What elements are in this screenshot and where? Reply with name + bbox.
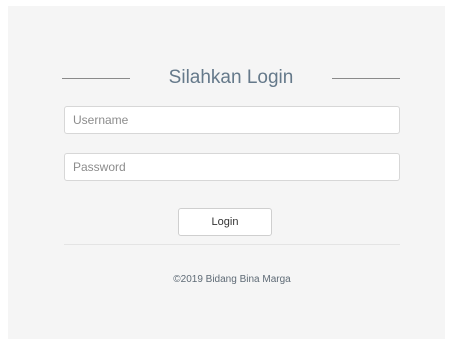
login-title-row: Silahkan Login — [62, 64, 400, 92]
title-divider-right — [332, 78, 400, 79]
login-button[interactable]: Login — [178, 208, 272, 236]
username-input[interactable] — [64, 106, 400, 134]
footer-divider — [64, 244, 400, 245]
copyright-footer: ©2019 Bidang Bina Marga — [173, 274, 291, 285]
login-panel: Silahkan Login Login ©2019 Bidang Bina M… — [8, 6, 445, 339]
password-input[interactable] — [64, 153, 400, 181]
